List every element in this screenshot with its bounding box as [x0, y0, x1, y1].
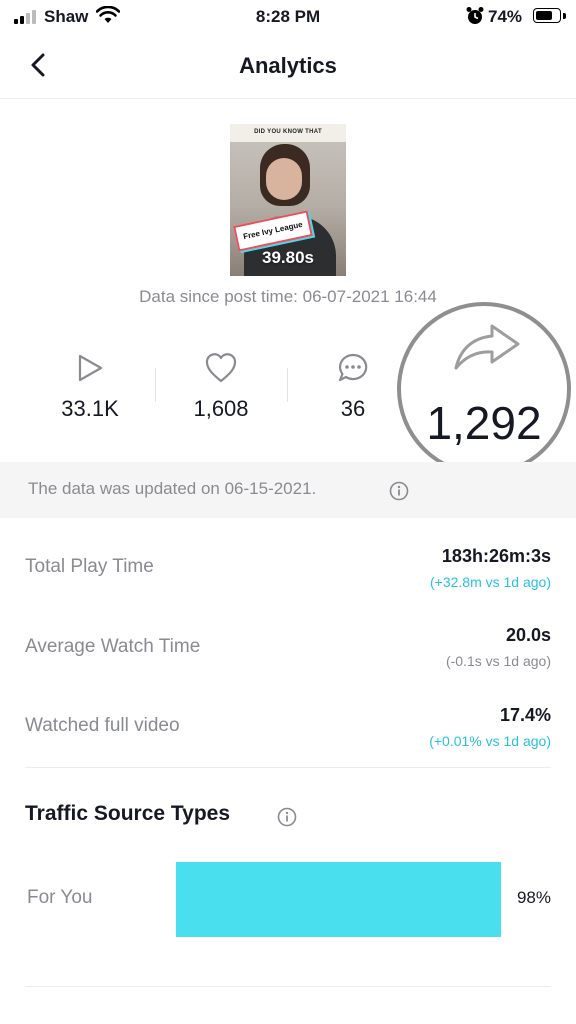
update-notice-text: The data was updated on 06-15-2021. — [28, 479, 317, 498]
traffic-source-bar — [176, 862, 502, 937]
stat-label-average-watch-time: Average Watch Time — [25, 636, 201, 657]
section-divider — [25, 986, 551, 987]
views-count: 33.1K — [61, 396, 119, 421]
update-notice-bar: The data was updated on 06-15-2021. — [0, 462, 576, 518]
alarm-clock-icon — [466, 7, 484, 24]
stat-value-total-play-time: 183h:26m:3s — [441, 546, 551, 566]
status-bar: Shaw 8:28 PM 74% — [0, 0, 576, 34]
heart-icon — [205, 353, 237, 383]
comment-icon — [338, 353, 368, 382]
shares-count: 1,292 — [426, 397, 542, 449]
share-arrow-icon — [454, 324, 520, 370]
video-thumbnail[interactable]: DID YOU KNOW THAT Free Ivy League 39.80s — [230, 124, 346, 276]
stat-change-average-watch-time: (-0.1s vs 1d ago) — [445, 653, 551, 669]
info-icon[interactable] — [389, 481, 409, 501]
traffic-source-bar-fill — [176, 862, 501, 937]
battery-nub — [563, 13, 566, 19]
traffic-section-title: Traffic Source Types — [25, 802, 231, 825]
traffic-source-percent: 98% — [516, 888, 551, 907]
thumbnail-face — [266, 158, 302, 200]
stat-label-total-play-time: Total Play Time — [25, 556, 154, 577]
stat-change-total-play-time: (+32.8m vs 1d ago) — [429, 574, 551, 590]
battery-icon — [533, 8, 561, 23]
section-divider — [25, 767, 551, 768]
stat-value-average-watch-time: 20.0s — [505, 625, 551, 645]
page-title: Analytics — [239, 53, 337, 78]
metric-divider — [155, 368, 156, 402]
stat-change-watched-full-video: (+0.01% vs 1d ago) — [429, 733, 551, 749]
battery-percent: 74% — [488, 7, 523, 26]
stat-label-watched-full-video: Watched full video — [25, 715, 180, 736]
thumbnail-caption: DID YOU KNOW THAT — [254, 129, 322, 135]
nav-bar: Analytics — [0, 34, 576, 99]
stat-value-watched-full-video: 17.4% — [499, 705, 551, 725]
metric-divider — [287, 368, 288, 402]
info-icon[interactable] — [277, 807, 297, 827]
traffic-source-label: For You — [27, 887, 93, 908]
likes-count: 1,608 — [193, 396, 249, 421]
play-icon — [78, 354, 103, 382]
comments-count: 36 — [340, 396, 366, 421]
video-duration: 39.80s — [262, 248, 314, 267]
